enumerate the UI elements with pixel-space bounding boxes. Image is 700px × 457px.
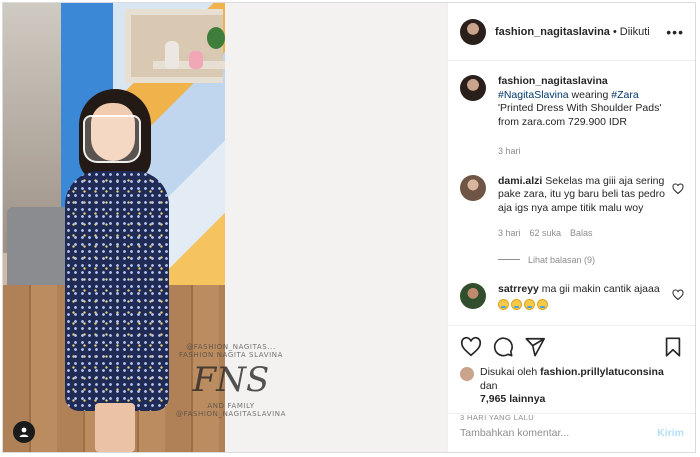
more-options-icon[interactable]: ••• — [666, 24, 684, 40]
caption-text: wearing — [568, 88, 612, 101]
caption: fashion_nagitaslavina #NagitaSlavina wea… — [460, 75, 684, 159]
crying-face-icon — [498, 299, 509, 310]
liker-avatar[interactable] — [460, 367, 474, 381]
view-replies-label: Lihat balasan (9) — [528, 254, 596, 265]
comment-bubble-icon[interactable] — [492, 336, 514, 358]
author-username[interactable]: fashion_nagitaslavina — [495, 26, 610, 38]
watermark: @FASHION_NAGITAS... FASHION NAGITA SLAVI… — [171, 343, 291, 418]
comments-list[interactable]: fashion_nagitaslavina #NagitaSlavina wea… — [448, 61, 695, 323]
comment-item: dami.alzi Sekelas ma giii aja sering pak… — [460, 174, 684, 241]
face-shield — [83, 115, 141, 163]
bookmark-icon[interactable] — [662, 336, 684, 358]
comment-username[interactable]: dami.alzi — [498, 175, 542, 187]
watermark-brand: FASHION NAGITA SLAVINA — [179, 351, 283, 360]
liker-username[interactable]: fashion.prillylatuconsina — [540, 366, 664, 378]
heart-icon[interactable] — [672, 288, 684, 301]
separator-dot: • — [612, 25, 617, 38]
watermark-handle-top: @FASHION_NAGITAS... — [186, 343, 276, 351]
watermark-logo: FNS — [192, 360, 270, 401]
action-bar — [460, 336, 684, 358]
reply-button[interactable]: Balas — [570, 227, 593, 241]
post-actions-section: Disukai oleh fashion.prillylatuconsina d… — [448, 325, 695, 422]
tagged-users-button[interactable] — [13, 421, 35, 443]
likes-prefix: Disukai oleh — [480, 366, 541, 378]
comment-likes[interactable]: 62 suka — [530, 227, 562, 241]
instagram-post-modal: @FASHION_NAGITAS... FASHION NAGITA SLAVI… — [2, 2, 696, 453]
add-comment-bar: Kirim — [448, 413, 695, 452]
post-media[interactable]: @FASHION_NAGITAS... FASHION NAGITA SLAVI… — [3, 3, 447, 452]
watermark-handle: @FASHION_NAGITASLAVINA — [175, 410, 287, 419]
avatar[interactable] — [460, 282, 486, 309]
post-header: fashion_nagitaslavina • Diikuti ••• — [448, 3, 695, 61]
likes-mid: dan — [480, 379, 498, 392]
avatar[interactable] — [460, 75, 486, 101]
crying-face-icon — [524, 299, 535, 310]
post-comment-button[interactable]: Kirim — [657, 427, 684, 439]
floral-dress — [65, 171, 169, 411]
emoji-row — [498, 299, 674, 313]
author-avatar[interactable] — [460, 18, 486, 45]
post-side-panel: fashion_nagitaslavina • Diikuti ••• fash… — [447, 3, 695, 452]
likes-count[interactable]: 7,965 lainnya — [480, 393, 545, 405]
comment-input[interactable] — [460, 427, 658, 439]
comment-item: satrreyy ma gii makin cantik ajaaa — [460, 282, 684, 313]
comment-time[interactable]: 3 hari — [498, 227, 521, 241]
watermark-family: AND FAMILY — [207, 402, 255, 411]
comment-text: ma gii makin cantik ajaaa — [538, 282, 660, 295]
caption-username[interactable]: fashion_nagitaslavina — [498, 75, 608, 87]
user-icon — [19, 427, 29, 437]
crying-face-icon — [511, 299, 522, 310]
avatar[interactable] — [460, 174, 486, 201]
heart-icon[interactable] — [672, 182, 684, 195]
like-heart-icon[interactable] — [460, 336, 482, 358]
caption-text: 'Printed Dress With Shoulder Pads' from … — [498, 102, 662, 128]
view-replies-button[interactable]: Lihat balasan (9) — [498, 255, 684, 265]
hashtag-link[interactable]: #NagitaSlavina — [498, 89, 569, 101]
hashtag-link[interactable]: #Zara — [611, 89, 638, 101]
caption-time[interactable]: 3 hari — [498, 145, 521, 159]
follow-status-button[interactable]: Diikuti — [620, 26, 650, 38]
share-send-icon[interactable] — [524, 336, 546, 358]
comment-username[interactable]: satrreyy — [498, 283, 539, 295]
crying-face-icon — [537, 299, 548, 310]
likes-summary: Disukai oleh fashion.prillylatuconsina d… — [460, 366, 684, 407]
